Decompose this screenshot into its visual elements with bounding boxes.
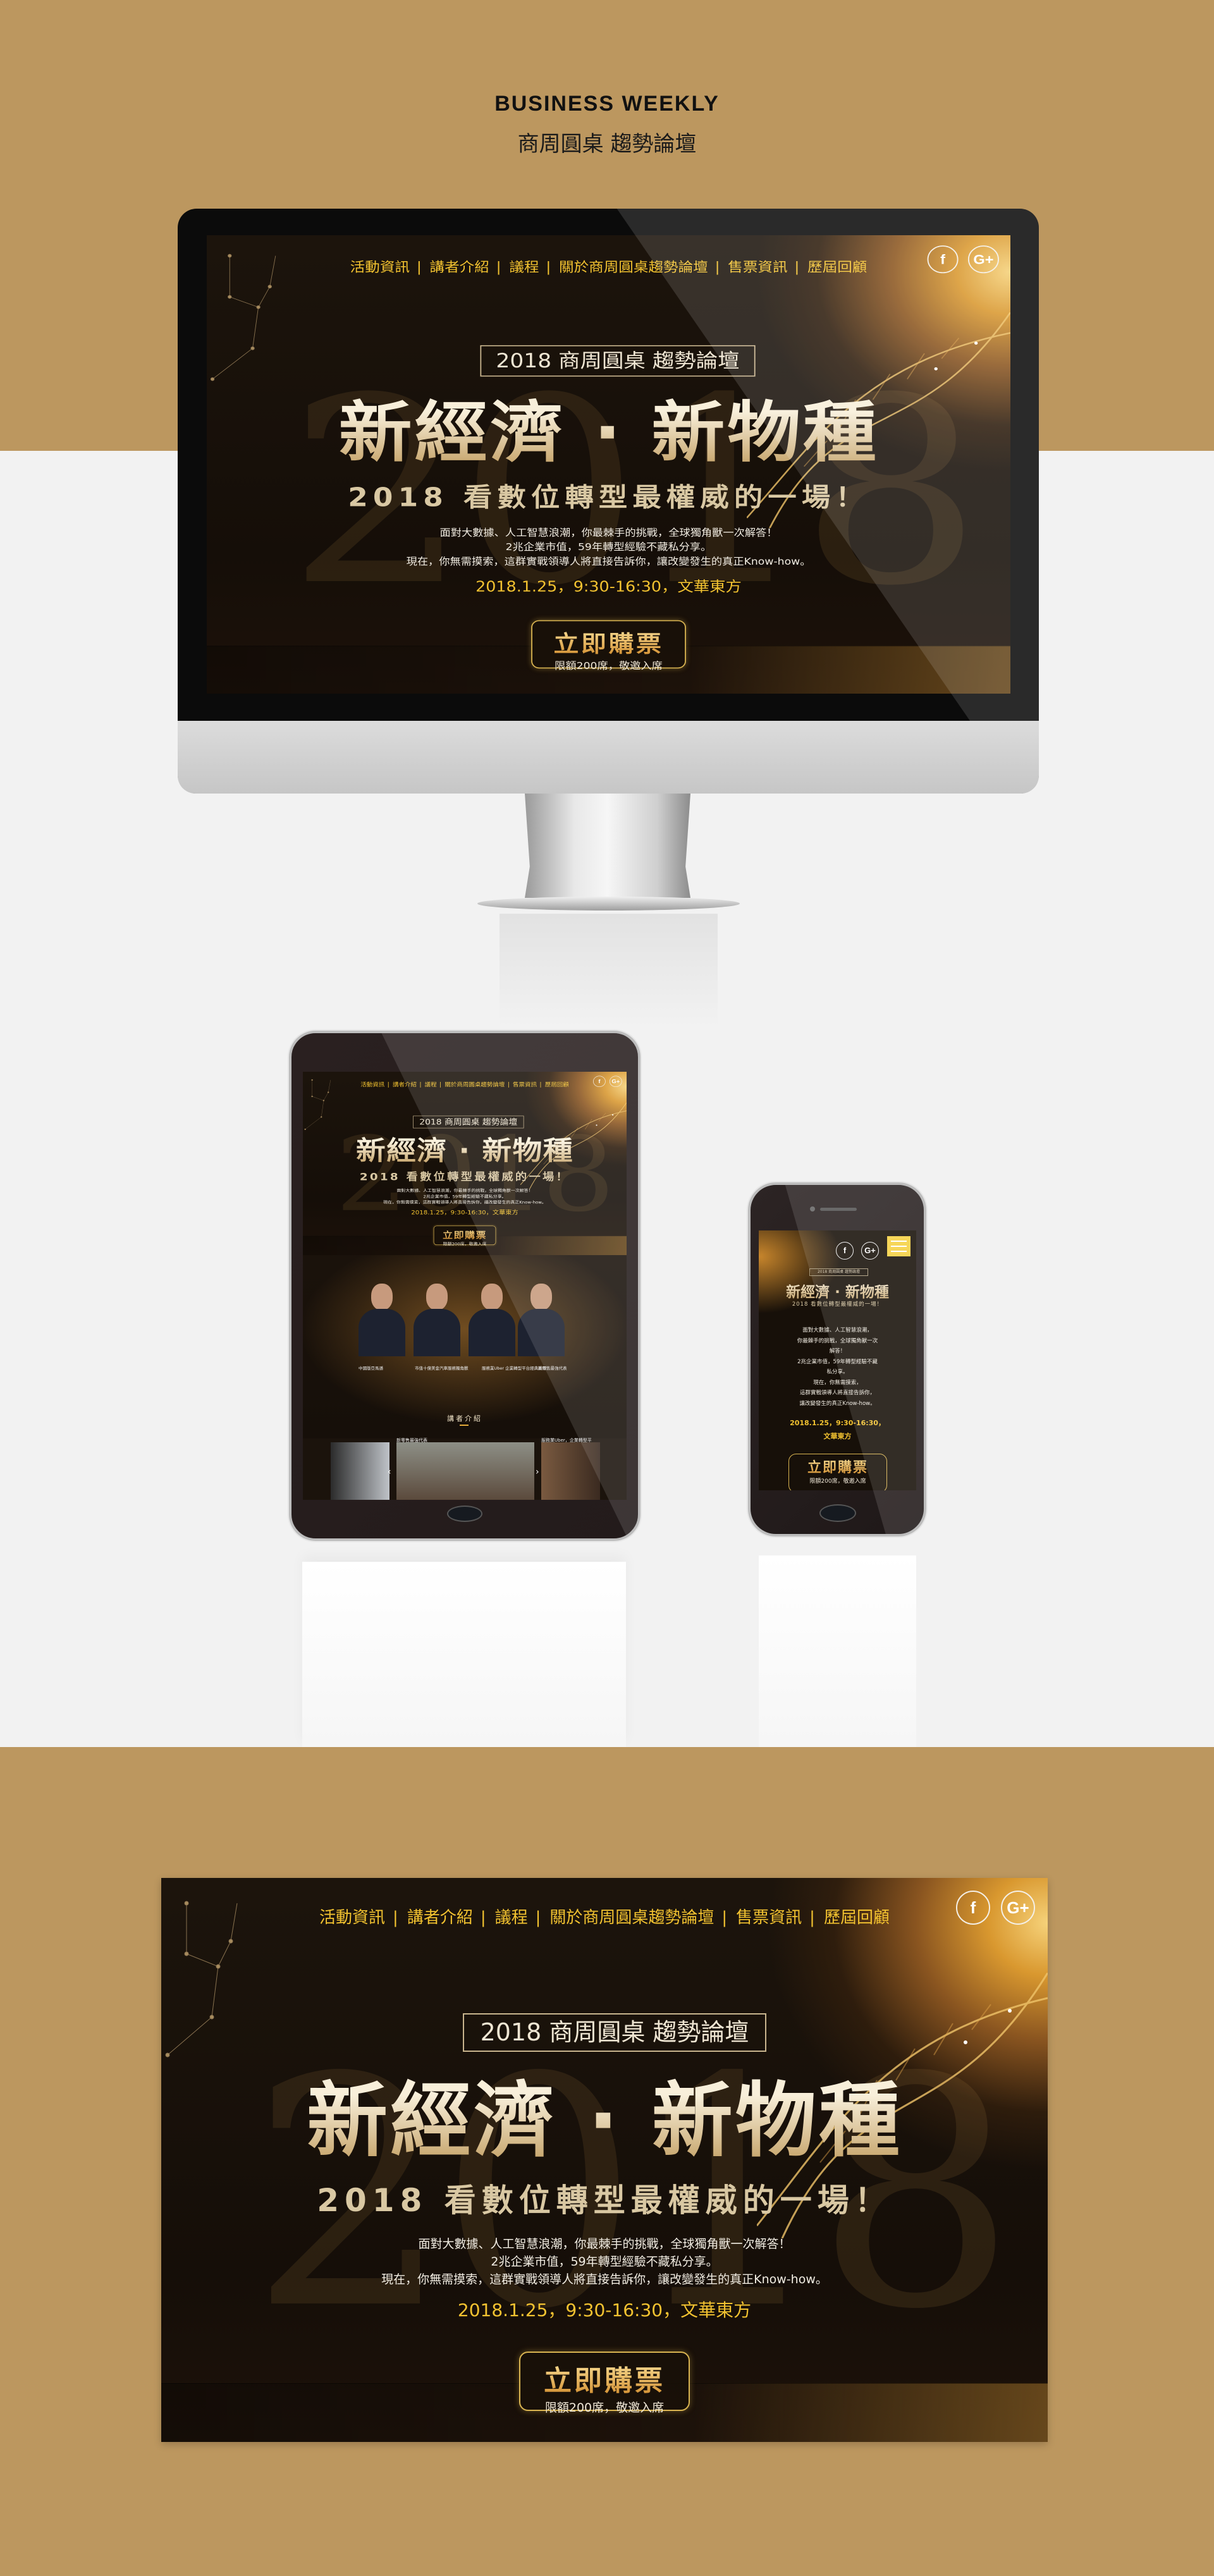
carousel-slide-prev[interactable] bbox=[331, 1442, 389, 1500]
description-line: 現在，你無需摸索，這群實戰領導人將直接告訴你，讓改變發生的真正Know-how。 bbox=[381, 2272, 828, 2286]
facebook-icon[interactable]: f bbox=[956, 1891, 990, 1925]
hero-description: 面對大數據、人工智慧浪潮，你最棘手的挑戰，全球獨角獸一次解答！ 2兆企業市值，5… bbox=[161, 2235, 1048, 2288]
speaker-caption: 市值十億美金汽車服務獨角獸 bbox=[415, 1366, 469, 1371]
brand-subtitle: 商周圓桌 趨勢論壇 bbox=[517, 132, 697, 157]
description-line: 2兆企業市值，59年轉型經驗不藏私分享。 bbox=[491, 2255, 718, 2269]
phone-home-button bbox=[819, 1504, 856, 1522]
chevron-left-icon[interactable]: ‹ bbox=[388, 1467, 391, 1477]
hero-subtitle: 2018 看數位轉型最權威的一場！ bbox=[317, 2182, 892, 2219]
nav-item-event-info[interactable]: 活動資訊 bbox=[360, 1082, 384, 1088]
buy-ticket-label: 立即購票 bbox=[532, 625, 685, 658]
nav-item-agenda[interactable]: 議程 bbox=[481, 1908, 528, 1927]
nav-item-history[interactable]: 歷屆回顧 bbox=[809, 1908, 890, 1927]
speaker-photo bbox=[414, 1284, 460, 1356]
carousel-slide-current[interactable] bbox=[396, 1442, 534, 1500]
speaker-photo bbox=[359, 1284, 405, 1356]
monitor-chin bbox=[178, 721, 1039, 794]
heading-underline bbox=[460, 1425, 469, 1426]
brand-title: BUSINESS WEEKLY bbox=[494, 92, 720, 116]
event-badge: 2018 商周圓桌 趨勢論壇 bbox=[480, 345, 756, 377]
nav-item-tickets[interactable]: 售票資訊 bbox=[721, 1908, 802, 1927]
speaker-carousel: 新零售最強代表 服務業Uber，企業轉型平 ‹ › bbox=[303, 1438, 627, 1500]
nav-item-speakers[interactable]: 講者介紹 bbox=[393, 1908, 473, 1927]
buy-ticket-sub: 限額200席，敬邀入席 bbox=[544, 2401, 665, 2415]
nav-item-agenda[interactable]: 議程 bbox=[496, 260, 539, 275]
hero-section: 2018 活動資訊講者介紹議程關於商周圓桌趨勢論壇售票資訊歷屆回顧 f G+ 2… bbox=[161, 1878, 1048, 2442]
monitor-stand bbox=[525, 794, 690, 898]
monitor-stand-base bbox=[477, 897, 740, 911]
hero-showcase: 2018 活動資訊講者介紹議程關於商周圓桌趨勢論壇售票資訊歷屆回顧 f G+ 2… bbox=[161, 1878, 1048, 2442]
speaker-photo bbox=[469, 1284, 515, 1356]
nav-item-about[interactable]: 關於商周圓桌趨勢論壇 bbox=[536, 1908, 714, 1927]
tablet-reflection bbox=[302, 1562, 626, 1747]
nav-item-speakers[interactable]: 講者介紹 bbox=[417, 260, 489, 275]
buy-ticket-button[interactable]: 立即購票 限額200席，敬邀入席 bbox=[519, 2352, 690, 2415]
buy-ticket-sub: 限額200席，敬邀入席 bbox=[555, 660, 663, 672]
event-date: 2018.1.25，9:30-16:30，文華東方 bbox=[457, 2300, 752, 2321]
description-line: 面對大數據、人工智慧浪潮，你最棘手的挑戰，全球獨角獸一次解答！ bbox=[418, 2237, 791, 2251]
phone-reflection bbox=[759, 1555, 916, 1747]
tablet-home-button bbox=[447, 1506, 482, 1522]
hero-title: 新經濟 · 新物種 bbox=[161, 2076, 1048, 2166]
nav-item-event-info[interactable]: 活動資訊 bbox=[319, 1908, 385, 1927]
top-nav: 活動資訊講者介紹議程關於商周圓桌趨勢論壇售票資訊歷屆回顧 bbox=[161, 1904, 1048, 1928]
event-badge: 2018 商周圓桌 趨勢論壇 bbox=[463, 2013, 766, 2052]
nav-item-event-info[interactable]: 活動資訊 bbox=[350, 260, 410, 275]
buy-ticket-label: 立即購票 bbox=[520, 2358, 689, 2398]
chevron-right-icon[interactable]: › bbox=[536, 1467, 539, 1477]
buy-ticket-button[interactable]: 立即購票 限額200席，敬邀入席 bbox=[531, 620, 686, 672]
google-plus-icon[interactable]: G+ bbox=[1001, 1891, 1035, 1925]
stand-reflection bbox=[500, 914, 718, 1027]
carousel-caption: 新零售最強代表 bbox=[396, 1438, 427, 1443]
